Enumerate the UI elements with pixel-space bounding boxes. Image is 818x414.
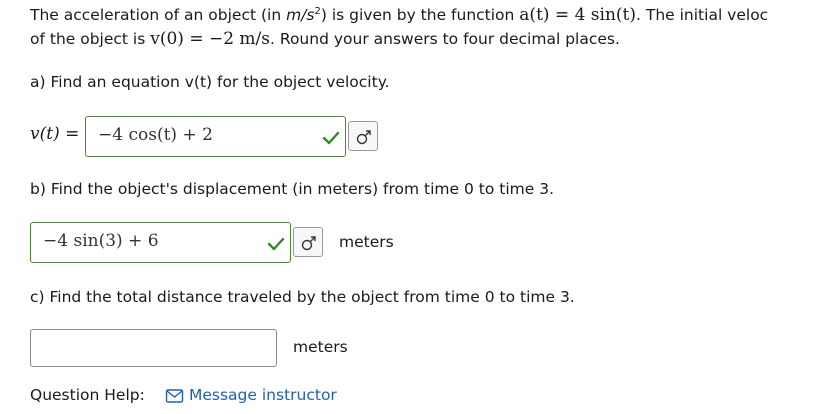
mail-icon bbox=[165, 389, 184, 403]
intro-text-3: . The initial veloc bbox=[636, 6, 769, 24]
message-instructor-link[interactable]: Message instructor bbox=[189, 386, 337, 404]
question-intro-line2: of the object is v(0) = −2 m/s. Round yo… bbox=[30, 29, 620, 49]
part-b-answer-box[interactable]: −4 sin(3) + 6 bbox=[30, 222, 291, 263]
intro-units: m/s bbox=[286, 6, 315, 24]
question-help-label: Question Help: bbox=[30, 386, 145, 404]
question-intro-line1: The acceleration of an object (in m/s2) … bbox=[30, 5, 768, 25]
acceleration-function: a(t) = 4 sin(t) bbox=[519, 5, 637, 25]
part-c-units: meters bbox=[293, 338, 348, 356]
initial-velocity: v(0) = −2 m/s bbox=[150, 29, 271, 49]
intro-line2-text-2: . Round your answers to four decimal pla… bbox=[270, 30, 620, 48]
part-a-prompt: a) Find an equation v(t) for the object … bbox=[30, 73, 390, 91]
part-b-preview-button[interactable] bbox=[293, 227, 323, 257]
part-a-answer-box[interactable]: −4 cos(t) + 2 bbox=[85, 116, 346, 157]
part-a-label: v(t) = bbox=[30, 124, 80, 144]
preview-icon bbox=[301, 236, 316, 251]
part-b-answer: −4 sin(3) + 6 bbox=[43, 231, 159, 251]
intro-line2-text: of the object is bbox=[30, 30, 151, 48]
part-c-answer-box[interactable] bbox=[30, 329, 277, 367]
part-a-answer: −4 cos(t) + 2 bbox=[98, 125, 213, 145]
part-b-units: meters bbox=[339, 233, 394, 251]
part-c-prompt: c) Find the total distance traveled by t… bbox=[30, 288, 575, 306]
preview-icon bbox=[356, 130, 371, 145]
check-icon bbox=[267, 237, 285, 251]
intro-text-2: ) is given by the function bbox=[320, 6, 520, 24]
check-icon bbox=[322, 131, 340, 145]
part-b-prompt: b) Find the object's displacement (in me… bbox=[30, 180, 555, 198]
intro-text: The acceleration of an object (in bbox=[30, 6, 287, 24]
part-a-preview-button[interactable] bbox=[348, 121, 378, 151]
